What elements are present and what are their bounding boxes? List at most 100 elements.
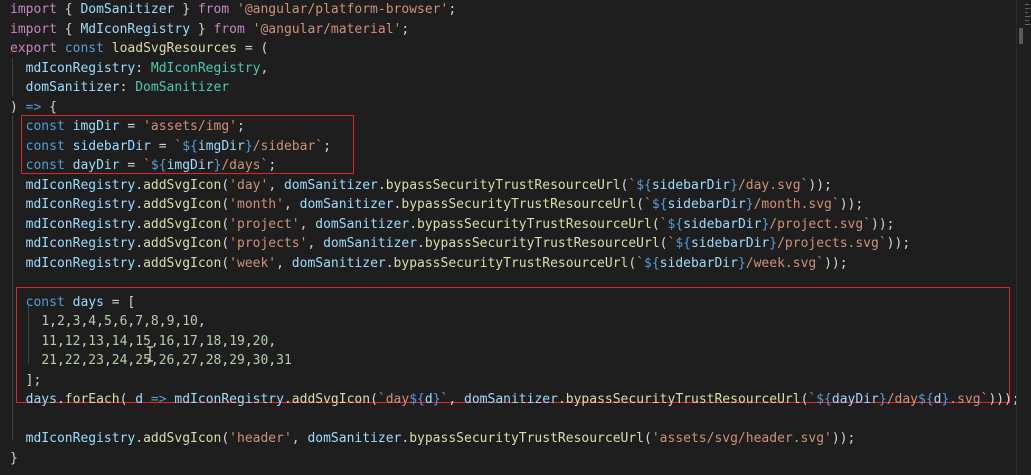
code-token: addSvgIcon bbox=[143, 431, 222, 446]
code-token: = [ bbox=[103, 294, 136, 310]
code-token: 22 bbox=[64, 353, 81, 368]
code-token: ${ bbox=[644, 255, 660, 271]
code-token: export bbox=[10, 41, 57, 56]
code-token: 1 bbox=[41, 314, 50, 329]
code-line[interactable]: mdIconRegistry: MdIconRegistry, bbox=[10, 59, 269, 78]
code-token: ( bbox=[221, 197, 230, 212]
code-line[interactable]: ) => { bbox=[10, 98, 57, 117]
scrollbar-thumb[interactable] bbox=[1019, 28, 1023, 44]
vertical-scrollbar[interactable] bbox=[1016, 0, 1031, 475]
code-line[interactable]: export const loadSvgResources = ( bbox=[10, 39, 268, 58]
code-token: } bbox=[432, 392, 441, 407]
code-token: MdIconRegistry bbox=[150, 60, 261, 76]
code-token: : bbox=[135, 60, 151, 76]
code-token: ${ bbox=[667, 216, 684, 232]
code-token: , bbox=[299, 216, 316, 232]
code-line[interactable]: ]; bbox=[10, 371, 42, 390]
code-token: const bbox=[25, 294, 65, 310]
code-token: . bbox=[135, 197, 144, 212]
code-token: 'projects' bbox=[229, 236, 308, 251]
code-token: } bbox=[190, 21, 214, 37]
code-token: bypassSecurityTrustResourceUrl bbox=[565, 392, 801, 407]
code-token: } bbox=[769, 236, 778, 251]
code-token: addSvgIcon bbox=[291, 392, 371, 407]
code-token: mdIconRegistry bbox=[25, 431, 136, 446]
code-token: ) bbox=[10, 99, 26, 115]
code-line[interactable]: mdIconRegistry.addSvgIcon('project', dom… bbox=[10, 215, 895, 234]
code-token: mdIconRegistry bbox=[25, 177, 136, 193]
code-token: 7 bbox=[135, 314, 144, 329]
code-token: , bbox=[260, 60, 269, 76]
code-line[interactable]: mdIconRegistry.addSvgIcon('projects', do… bbox=[10, 234, 911, 253]
code-token: .svg` bbox=[949, 392, 989, 407]
code-token: . bbox=[135, 177, 144, 193]
code-line[interactable]: 11,12,13,14,15,16,17,18,19,20, bbox=[10, 332, 276, 351]
code-token: . bbox=[283, 392, 292, 407]
code-token: 28 bbox=[205, 353, 222, 368]
code-line[interactable]: import { DomSanitizer } from '@angular/p… bbox=[10, 0, 456, 19]
code-token: 2 bbox=[56, 314, 65, 329]
code-token: 4 bbox=[88, 314, 97, 329]
code-token: 16 bbox=[158, 333, 175, 349]
code-token: mdIconRegistry bbox=[25, 236, 136, 251]
code-token: sidebarDir bbox=[659, 255, 738, 271]
code-token: /week.svg` bbox=[745, 255, 825, 271]
code-token: mdIconRegistry bbox=[25, 60, 136, 76]
code-line[interactable]: const days = [ bbox=[10, 293, 136, 312]
code-token: ( bbox=[221, 255, 230, 271]
code-token: )); bbox=[831, 431, 856, 446]
code-token: dayDir bbox=[831, 392, 879, 407]
code-line[interactable]: days.forEach( d => mdIconRegistry.addSvg… bbox=[10, 390, 1020, 409]
code-token: , bbox=[291, 431, 308, 446]
code-line[interactable]: const dayDir = `${imgDir}/days`; bbox=[10, 156, 277, 175]
code-line[interactable]: mdIconRegistry.addSvgIcon('day', domSani… bbox=[10, 176, 832, 195]
code-token: addSvgIcon bbox=[143, 255, 222, 271]
code-token: const bbox=[25, 119, 65, 134]
code-token: ` bbox=[143, 158, 151, 173]
code-token: domSanitizer bbox=[464, 392, 558, 407]
code-line[interactable]: import { MdIconRegistry } from '@angular… bbox=[10, 20, 409, 39]
code-token: , bbox=[197, 333, 206, 349]
code-token: import bbox=[10, 21, 57, 37]
code-token: domSanitizer bbox=[25, 80, 120, 95]
code-token: ` bbox=[644, 197, 652, 212]
code-line[interactable]: const sidebarDir = `${imgDir}/sidebar`; bbox=[10, 137, 331, 156]
code-token: . bbox=[135, 236, 144, 251]
code-token: ( bbox=[221, 177, 230, 193]
code-token: , bbox=[268, 353, 277, 368]
code-token: const bbox=[25, 138, 65, 154]
code-line[interactable]: 1,2,3,4,5,6,7,8,9,10, bbox=[10, 312, 206, 331]
code-editor[interactable]: import { DomSanitizer } from '@angular/p… bbox=[0, 0, 1020, 475]
code-token: sidebarDir bbox=[667, 197, 746, 212]
code-line[interactable]: mdIconRegistry.addSvgIcon('header', domS… bbox=[10, 429, 856, 448]
code-line[interactable]: mdIconRegistry.addSvgIcon('week', domSan… bbox=[10, 254, 848, 273]
code-line[interactable]: mdIconRegistry.addSvgIcon('month', domSa… bbox=[10, 195, 864, 214]
code-line[interactable]: domSanitizer: DomSanitizer bbox=[10, 78, 230, 97]
code-token: const bbox=[64, 41, 104, 56]
code-token: ( bbox=[221, 236, 230, 251]
code-line[interactable]: const imgDir = 'assets/img'; bbox=[10, 117, 245, 136]
minimap-line bbox=[1025, 12, 1028, 13]
code-token: , bbox=[197, 314, 206, 329]
code-line[interactable]: } bbox=[10, 449, 18, 468]
code-token: mdIconRegistry bbox=[25, 216, 136, 232]
code-token: domSanitizer bbox=[323, 236, 418, 251]
code-token: . bbox=[409, 216, 418, 232]
code-token: ` bbox=[628, 177, 637, 193]
code-token: addSvgIcon bbox=[143, 216, 222, 232]
code-token: dayDir bbox=[72, 158, 120, 173]
code-token: { bbox=[41, 99, 57, 115]
code-token: ${ bbox=[918, 392, 934, 407]
code-token: } bbox=[737, 255, 746, 271]
code-token: ]; bbox=[10, 372, 42, 388]
code-token: const bbox=[25, 158, 65, 173]
code-token: sidebarDir bbox=[690, 236, 770, 251]
code-token: ${ bbox=[409, 392, 425, 407]
code-token: addSvgIcon bbox=[143, 177, 222, 193]
